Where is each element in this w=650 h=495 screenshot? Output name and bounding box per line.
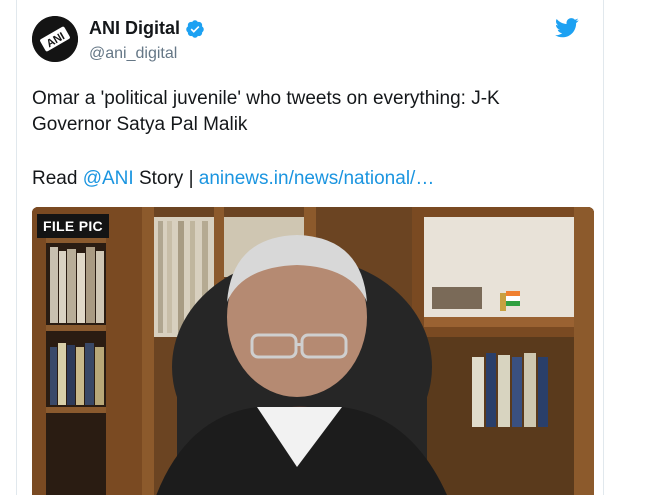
story-link[interactable]: aninews.in/news/national/… — [199, 168, 435, 189]
ani-mention-link[interactable]: @ANI — [83, 168, 134, 189]
tweet-card: ANI ANI Digital @ani_digital Omar a 'pol… — [16, 0, 604, 495]
ani-logo-icon: ANI — [32, 16, 78, 62]
twitter-bird-icon[interactable] — [555, 18, 579, 38]
verified-badge-icon — [185, 19, 205, 39]
read-prefix: Read — [32, 168, 83, 189]
story-separator: Story | — [133, 168, 199, 189]
author-handle[interactable]: @ani_digital — [89, 45, 177, 63]
author-display-name[interactable]: ANI Digital — [89, 18, 180, 39]
avatar[interactable]: ANI — [32, 16, 78, 62]
tweet-media-photo[interactable]: FILE PIC — [32, 207, 594, 495]
media-photo-illustration — [32, 207, 594, 495]
author-name-row: ANI Digital — [89, 18, 205, 39]
tweet-text: Omar a 'political juvenile' who tweets o… — [32, 88, 500, 135]
file-pic-badge: FILE PIC — [37, 214, 109, 238]
read-story-line: Read @ANI Story | aninews.in/news/nation… — [32, 168, 434, 190]
